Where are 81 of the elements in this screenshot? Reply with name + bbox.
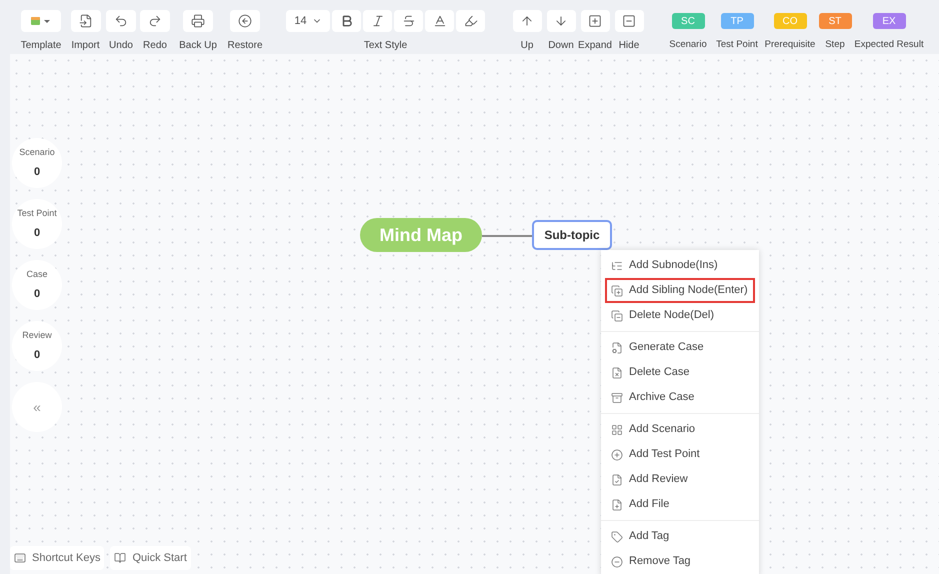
file-check-icon (611, 474, 623, 486)
import-button[interactable] (70, 10, 100, 32)
menu-item[interactable]: Remove Tag (605, 549, 755, 574)
down-arrow-button[interactable] (546, 10, 576, 32)
generate-case-icon (611, 342, 623, 354)
tool-label: Undo (109, 39, 133, 53)
tool-label: Hide (618, 39, 640, 53)
printer-button[interactable] (183, 10, 213, 32)
tool-label: Down (548, 39, 574, 53)
archive-icon (611, 392, 623, 404)
minus-circle-icon (611, 556, 623, 568)
font-size-dropdown[interactable]: 14 (286, 10, 330, 32)
minus-square-icon (622, 14, 636, 28)
tool-label: Expand (578, 39, 612, 53)
tag-label: Step (825, 38, 845, 52)
undo-icon (114, 14, 128, 28)
menu-item[interactable]: Archive Case (605, 385, 755, 410)
highlighter-icon (464, 14, 478, 28)
menu-item[interactable]: Add Sibling Node(Enter) (605, 278, 755, 303)
keyboard-icon (14, 552, 26, 564)
tag-label: Test Point (716, 38, 758, 52)
delete-node-icon (611, 310, 623, 322)
font-color-button[interactable] (425, 10, 454, 32)
menu-item[interactable]: Add Scenario (605, 417, 755, 442)
italic-icon (370, 14, 384, 28)
tool-label: Import (71, 39, 100, 53)
menu-item[interactable]: Add Tag (605, 524, 755, 549)
stat-label: Scenario (19, 146, 55, 158)
menu-item[interactable]: Delete Node(Del) (605, 303, 755, 328)
subtopic-node[interactable]: Sub-topic (532, 220, 612, 250)
connector-line (482, 235, 532, 237)
plus-square-icon (588, 14, 602, 28)
import-icon (78, 14, 92, 28)
tool-label: Redo (143, 39, 167, 53)
restore-button[interactable] (230, 10, 260, 32)
stat-label: Case (26, 268, 48, 280)
strikethrough-icon (402, 14, 416, 28)
group-label: Text Style (364, 39, 408, 53)
plus-square-button[interactable] (580, 10, 610, 32)
menu-item[interactable]: Add Review (605, 467, 755, 492)
redo-icon (148, 14, 162, 28)
restore-icon (238, 14, 252, 28)
tag-label: Expected Result (854, 38, 924, 52)
strikethrough-button[interactable] (394, 10, 423, 32)
tag-label: Prerequisite (764, 38, 816, 52)
stat-label: Test Point (17, 206, 57, 220)
tool-label: Restore (227, 39, 262, 53)
tool-label: Template (20, 39, 62, 53)
book-icon (114, 552, 126, 564)
italic-button[interactable] (363, 10, 392, 32)
menu-item[interactable]: Add Test Point (605, 442, 755, 467)
menu-item[interactable]: Delete Case (605, 360, 755, 385)
bold-button[interactable] (332, 10, 361, 32)
delete-case-icon (611, 366, 623, 378)
stat-value: 0 (34, 165, 40, 180)
font-color-icon (432, 14, 446, 28)
template-icon (30, 15, 52, 27)
file-plus-icon (611, 498, 623, 510)
stat-label: Review (22, 328, 52, 342)
tag-label: Scenario (669, 38, 707, 52)
highlight-button[interactable] (456, 10, 485, 32)
undo-button[interactable] (106, 10, 136, 32)
up-arrow-button[interactable] (512, 10, 542, 32)
stat-value: 0 (34, 287, 40, 302)
subnode-icon (611, 260, 623, 272)
stat-value: 0 (34, 348, 40, 363)
minus-square-button[interactable] (614, 10, 644, 32)
tag-icon (611, 530, 623, 542)
shortcut-keys-button[interactable]: Shortcut Keys (10, 546, 104, 570)
stat-value: 0 (34, 226, 40, 241)
menu-item[interactable]: Add Subnode(Ins) (605, 253, 755, 278)
tool-label: Up (520, 39, 534, 53)
menu-item[interactable]: Generate Case (605, 335, 755, 360)
tool-label: Back Up (179, 39, 217, 53)
plus-circle-icon (611, 448, 623, 460)
quick-start-button[interactable]: Quick Start (110, 546, 191, 570)
printer-icon (191, 14, 205, 28)
sibling-node-icon (611, 284, 623, 296)
menu-item[interactable]: Add File (605, 492, 755, 517)
grid-icon (611, 424, 623, 436)
redo-button[interactable] (140, 10, 170, 32)
